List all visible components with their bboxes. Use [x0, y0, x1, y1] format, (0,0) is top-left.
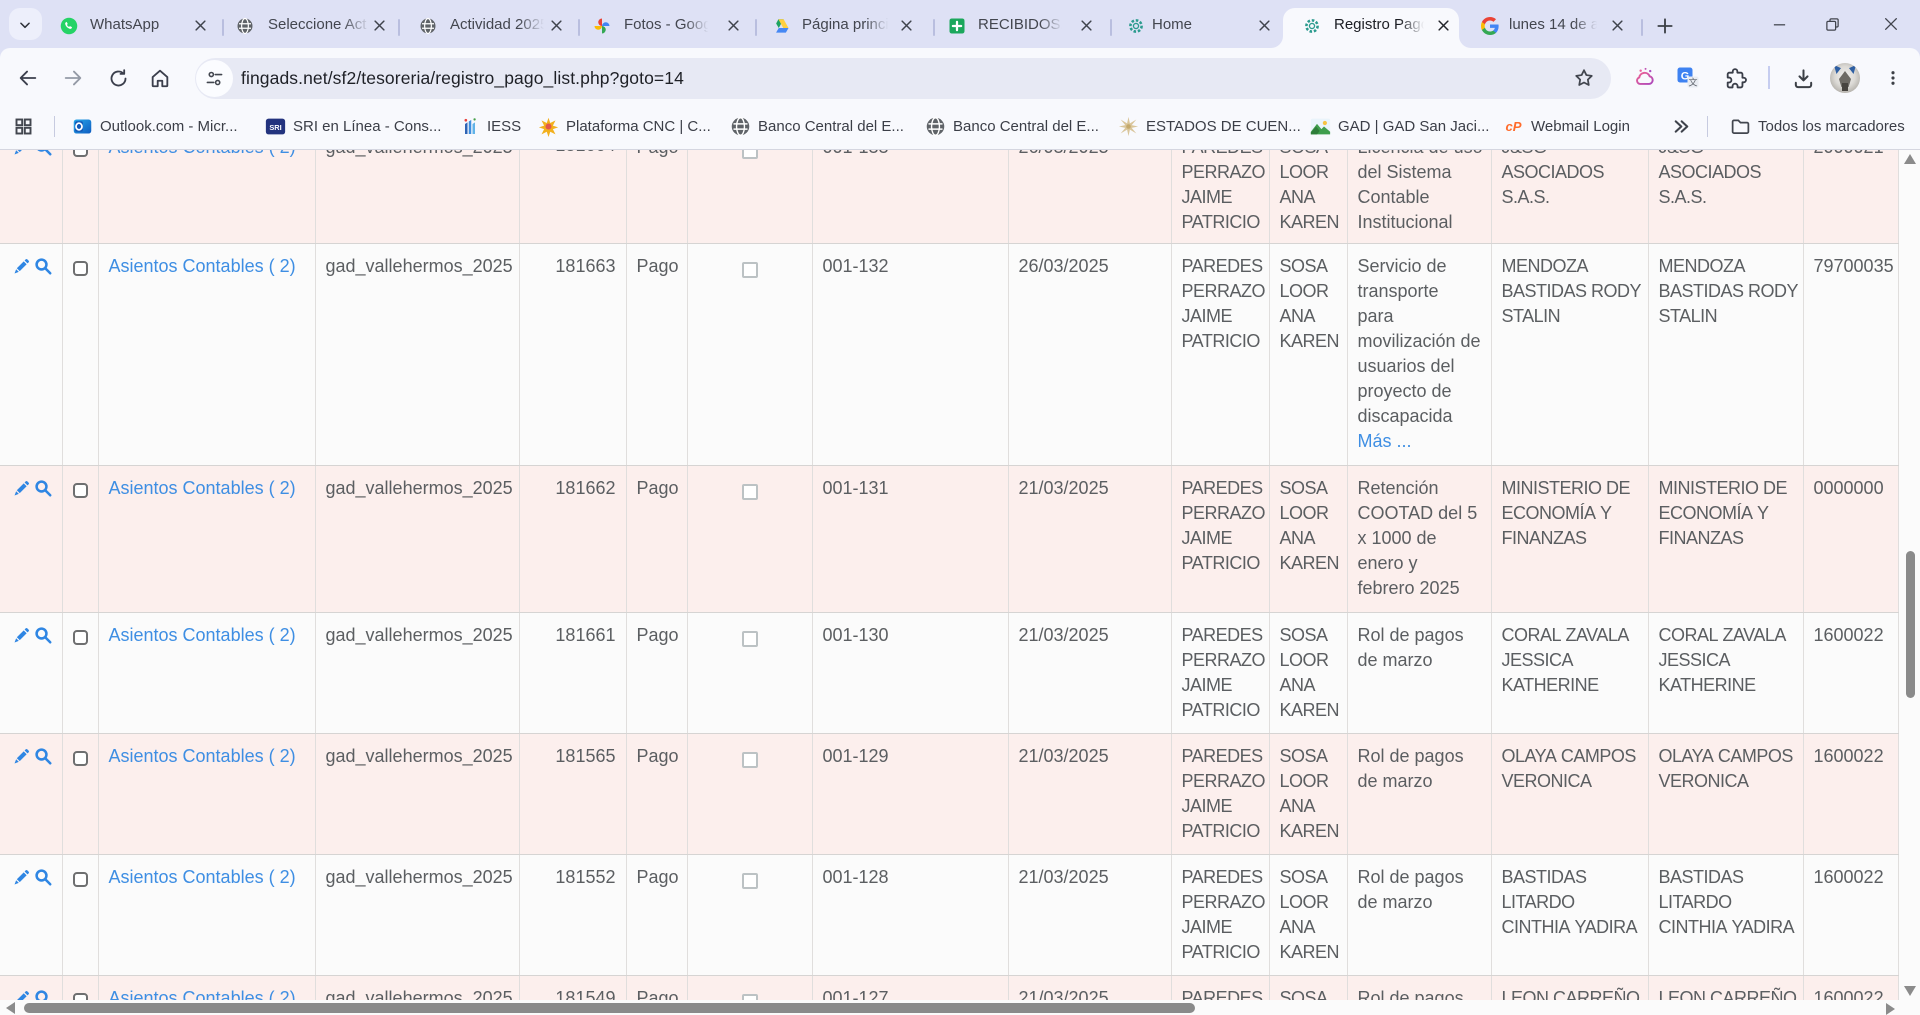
svg-text:cP: cP — [1505, 118, 1521, 133]
svg-text:SRI: SRI — [269, 123, 281, 132]
svg-text:文: 文 — [1688, 77, 1697, 88]
